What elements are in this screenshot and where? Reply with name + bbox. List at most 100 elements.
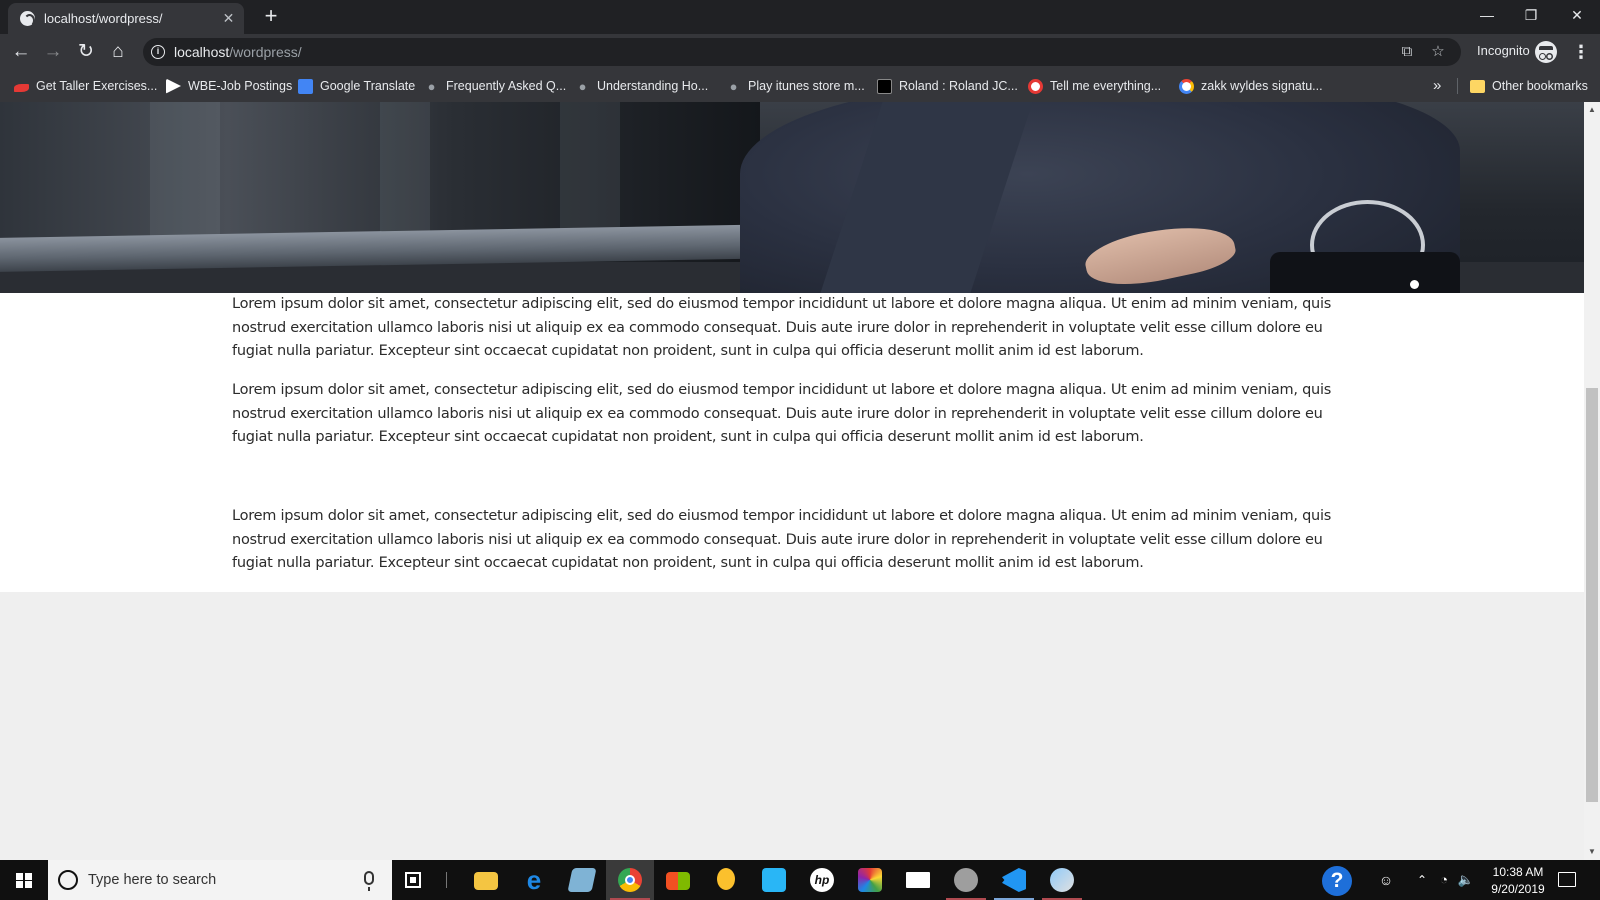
edge-icon: e bbox=[526, 865, 542, 895]
clock-date[interactable]: 9/20/2019 bbox=[1482, 882, 1554, 896]
tab-title: localhost/wordpress/ bbox=[44, 11, 163, 26]
target-icon bbox=[1028, 78, 1043, 94]
github-button[interactable] bbox=[942, 860, 990, 900]
scroll-up-arrow-icon[interactable]: ▲ bbox=[1584, 102, 1600, 118]
bookmark-label: Tell me everything... bbox=[1050, 79, 1162, 93]
roland-icon bbox=[877, 78, 892, 94]
edge-button[interactable]: e bbox=[510, 860, 558, 900]
store-button[interactable] bbox=[654, 860, 702, 900]
folder-icon bbox=[1470, 79, 1485, 93]
paragraph: Lorem ipsum dolor sit amet, consectetur … bbox=[232, 508, 1332, 572]
url-host: localhost bbox=[174, 44, 230, 60]
taskbar-divider bbox=[446, 872, 447, 888]
paint3d-icon bbox=[1050, 868, 1074, 892]
help-icon[interactable]: ? bbox=[1322, 866, 1352, 896]
store-icon bbox=[666, 872, 690, 890]
close-tab-icon[interactable]: ✕ bbox=[219, 9, 238, 28]
scroll-down-arrow-icon[interactable]: ▼ bbox=[1584, 844, 1600, 860]
bookmark-item[interactable]: zakk wyldes signatu... bbox=[1179, 76, 1323, 96]
post-content: Lorem ipsum dolor sit amet, consectetur … bbox=[0, 293, 1584, 592]
google-translate-icon bbox=[298, 78, 313, 94]
paint-button[interactable] bbox=[846, 860, 894, 900]
hero-image bbox=[0, 102, 1584, 299]
incognito-label[interactable]: Incognito bbox=[1477, 43, 1530, 58]
paragraph: Lorem ipsum dolor sit amet, consectetur … bbox=[232, 296, 1332, 360]
bookmark-label: WBE-Job Postings bbox=[188, 79, 293, 93]
url-path: /wordpress/ bbox=[229, 44, 302, 60]
bookmark-label: zakk wyldes signatu... bbox=[1201, 79, 1323, 93]
info-icon[interactable]: i bbox=[151, 45, 165, 59]
clock-time[interactable]: 10:38 AM bbox=[1488, 865, 1548, 879]
bookmark-item[interactable]: Roland : Roland JC... bbox=[877, 76, 1018, 96]
more-bookmarks-icon[interactable]: » bbox=[1433, 76, 1441, 96]
close-window-button[interactable]: ✕ bbox=[1554, 0, 1600, 30]
back-button[interactable]: ← bbox=[8, 39, 34, 65]
bookmark-item[interactable]: WBE-Job Postings bbox=[166, 76, 292, 96]
tab-strip: localhost/wordpress/ ✕ + — ❐ ✕ bbox=[0, 0, 1600, 34]
minimize-button[interactable]: — bbox=[1464, 0, 1510, 30]
windows-taskbar: Type here to search e hp ? ☺ ⌃ ◔ 🔈 10:38… bbox=[0, 860, 1600, 900]
url-text[interactable]: localhost/wordpress/ bbox=[174, 44, 302, 60]
mail-button[interactable] bbox=[894, 860, 942, 900]
page-scrollbar[interactable]: ▲ ▼ bbox=[1584, 102, 1600, 860]
bookmark-star-icon[interactable]: ☆ bbox=[1427, 41, 1449, 63]
sharp-app-button[interactable] bbox=[750, 860, 798, 900]
red-swoosh-icon bbox=[14, 84, 29, 92]
new-tab-button[interactable]: + bbox=[260, 5, 282, 27]
bookmark-label: Play itunes store m... bbox=[748, 79, 865, 93]
bookmark-label: Roland : Roland JC... bbox=[899, 79, 1018, 93]
bookmark-item[interactable]: ● Play itunes store m... bbox=[726, 76, 865, 96]
wifi-icon[interactable]: ◔ bbox=[1436, 870, 1452, 890]
windows-logo-icon bbox=[16, 873, 32, 888]
bookmark-label: Get Taller Exercises... bbox=[36, 79, 158, 93]
search-placeholder: Type here to search bbox=[88, 872, 217, 888]
address-bar[interactable]: i localhost/wordpress/ ⧉ ☆ bbox=[143, 38, 1461, 66]
reload-button[interactable]: ↻ bbox=[73, 39, 99, 65]
microphone-icon[interactable] bbox=[364, 871, 374, 891]
bookmark-item[interactable]: Tell me everything... bbox=[1028, 76, 1161, 96]
notes-app-button[interactable] bbox=[558, 860, 606, 900]
sharp-app-icon bbox=[762, 868, 786, 892]
file-explorer-button[interactable] bbox=[462, 860, 510, 900]
hero-window-pane bbox=[150, 102, 220, 252]
apple-icon: ● bbox=[427, 78, 436, 94]
chrome-menu-icon[interactable]: ⋮ bbox=[1572, 39, 1590, 65]
incognito-icon[interactable] bbox=[1535, 41, 1557, 63]
bookmark-item[interactable]: ● Understanding Ho... bbox=[575, 76, 709, 96]
paint3d-button[interactable] bbox=[1038, 860, 1086, 900]
page-viewport: Lorem ipsum dolor sit amet, consectetur … bbox=[0, 102, 1584, 860]
show-hidden-icons-icon[interactable]: ⌃ bbox=[1414, 870, 1430, 890]
hero-bag-stud bbox=[1410, 280, 1419, 289]
action-center-icon[interactable] bbox=[1558, 872, 1576, 887]
hero-handbag bbox=[1270, 252, 1460, 299]
volume-icon[interactable]: 🔈 bbox=[1456, 870, 1476, 890]
apple-icon: ● bbox=[729, 78, 738, 94]
paint-icon bbox=[858, 868, 882, 892]
people-icon[interactable]: ☺ bbox=[1376, 870, 1396, 890]
hp-button[interactable]: hp bbox=[798, 860, 846, 900]
bookmark-item[interactable]: Google Translate bbox=[298, 76, 415, 96]
task-view-icon[interactable] bbox=[405, 872, 421, 888]
mail-icon bbox=[906, 872, 930, 888]
home-button[interactable]: ⌂ bbox=[105, 39, 131, 65]
other-bookmarks-folder[interactable]: Other bookmarks bbox=[1470, 76, 1588, 96]
bookmark-item[interactable]: ● Frequently Asked Q... bbox=[424, 76, 567, 96]
vscode-icon bbox=[1002, 868, 1026, 892]
translate-icon[interactable]: ⧉ bbox=[1396, 41, 1418, 63]
cortana-icon bbox=[58, 870, 78, 890]
google-icon bbox=[1179, 78, 1194, 94]
media-app-button[interactable] bbox=[702, 860, 750, 900]
bookmark-label: Google Translate bbox=[320, 79, 416, 93]
hp-icon: hp bbox=[810, 868, 834, 892]
forward-button[interactable]: → bbox=[40, 39, 66, 65]
bookmark-item[interactable]: Get Taller Exercises... bbox=[14, 76, 157, 96]
browser-tab[interactable]: localhost/wordpress/ ✕ bbox=[8, 3, 244, 34]
taskbar-search[interactable]: Type here to search bbox=[48, 860, 392, 900]
scroll-thumb[interactable] bbox=[1586, 388, 1598, 802]
restore-button[interactable]: ❐ bbox=[1508, 0, 1554, 30]
chrome-button[interactable] bbox=[606, 860, 654, 900]
start-button[interactable] bbox=[0, 860, 48, 900]
other-bookmarks-label: Other bookmarks bbox=[1492, 79, 1588, 93]
vscode-button[interactable] bbox=[990, 860, 1038, 900]
bookmarks-bar: Get Taller Exercises... WBE-Job Postings… bbox=[0, 70, 1600, 102]
